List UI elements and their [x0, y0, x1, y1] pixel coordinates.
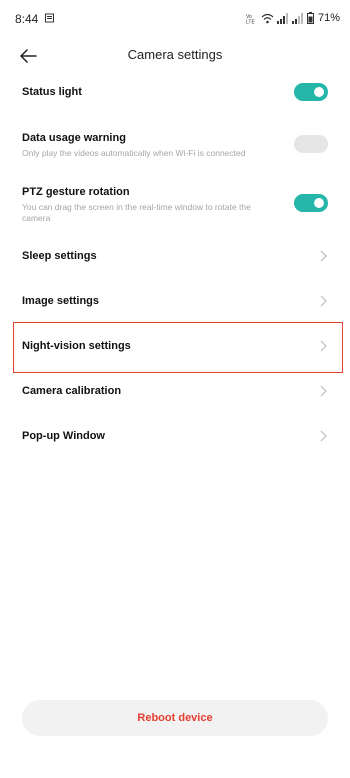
- setting-data-usage-warning[interactable]: Data usage warning Only play the videos …: [0, 124, 350, 166]
- battery-percentage: 71%: [317, 12, 340, 24]
- data-usage-warning-toggle[interactable]: [294, 135, 328, 153]
- status-icons: Vo LTE 71%: [246, 11, 340, 25]
- signal-icon: [276, 12, 288, 24]
- setting-ptz-gesture-rotation[interactable]: PTZ gesture rotation You can drag the sc…: [0, 178, 350, 228]
- notification-icon: [45, 13, 54, 23]
- setting-image[interactable]: Image settings: [0, 285, 350, 317]
- night-vision-settings-label: Night-vision settings: [22, 340, 131, 352]
- chevron-right-icon: [320, 340, 327, 352]
- setting-popup-window[interactable]: Pop-up Window: [0, 420, 350, 452]
- setting-sleep[interactable]: Sleep settings: [0, 240, 350, 272]
- camera-calibration-label: Camera calibration: [22, 385, 122, 397]
- data-usage-warning-description: Only play the videos automatically when …: [22, 148, 246, 158]
- reboot-device-button[interactable]: Reboot device: [22, 700, 328, 736]
- status-bar: 8:44 Vo LTE 71%: [0, 0, 350, 34]
- signal-icon-2: [291, 12, 303, 24]
- status-light-toggle[interactable]: [294, 83, 328, 101]
- setting-camera-calibration[interactable]: Camera calibration: [0, 375, 350, 407]
- status-time: 8:44: [15, 12, 39, 26]
- image-settings-label: Image settings: [22, 295, 100, 307]
- popup-window-label: Pop-up Window: [22, 430, 105, 442]
- chevron-right-icon: [320, 295, 327, 307]
- setting-night-vision[interactable]: Night-vision settings: [0, 330, 350, 362]
- chevron-right-icon: [320, 250, 327, 262]
- app-header: Camera settings: [0, 34, 350, 78]
- wifi-icon: [261, 13, 274, 23]
- data-usage-warning-label: Data usage warning: [22, 132, 126, 144]
- ptz-gesture-rotation-toggle[interactable]: [294, 194, 328, 212]
- svg-text:LTE: LTE: [246, 19, 255, 24]
- page-title: Camera settings: [127, 47, 223, 62]
- chevron-right-icon: [320, 385, 327, 397]
- sleep-settings-label: Sleep settings: [22, 250, 97, 262]
- setting-status-light[interactable]: Status light: [0, 78, 350, 108]
- ptz-gesture-rotation-description: You can drag the screen in the real-time…: [22, 202, 251, 223]
- status-light-label: Status light: [22, 86, 82, 98]
- chevron-right-icon: [320, 430, 327, 442]
- ptz-gesture-rotation-label: PTZ gesture rotation: [22, 186, 130, 198]
- volte-icon: Vo LTE: [246, 14, 255, 24]
- battery-icon: [306, 12, 314, 24]
